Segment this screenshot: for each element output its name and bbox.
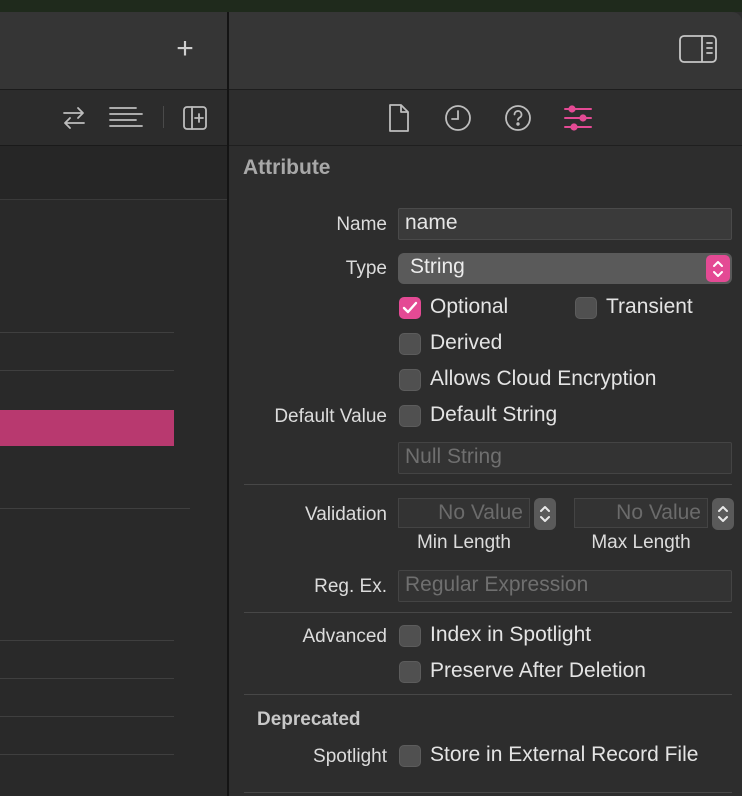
section-separator	[244, 792, 732, 793]
spotlight-label: Spotlight	[313, 746, 387, 767]
max-length-field[interactable]: No Value	[574, 498, 708, 528]
preserve-after-deletion-checkbox[interactable]	[399, 661, 421, 683]
derived-label: Derived	[430, 331, 503, 354]
external-record-checkbox[interactable]	[399, 745, 421, 767]
stepper-arrows-icon	[718, 506, 728, 522]
swap-arrows-icon[interactable]	[58, 100, 90, 136]
default-value-label: Default Value	[274, 406, 387, 427]
row-divider	[0, 678, 174, 679]
row-divider	[0, 640, 174, 641]
max-length-caption: Max Length	[591, 532, 691, 553]
add-button[interactable]: +	[170, 32, 200, 68]
help-icon[interactable]	[503, 103, 533, 138]
regex-field[interactable]: Regular Expression	[398, 570, 732, 602]
name-field[interactable]: name	[398, 208, 732, 240]
inspector-titlebar	[229, 12, 742, 90]
row-divider	[0, 716, 174, 717]
transient-label: Transient	[606, 295, 693, 318]
add-editor-icon[interactable]	[178, 100, 212, 136]
file-icon[interactable]	[386, 103, 412, 138]
optional-label: Optional	[430, 295, 509, 318]
derived-checkbox[interactable]	[399, 333, 421, 355]
type-label: Type	[345, 258, 387, 279]
chevron-updown-icon[interactable]	[706, 255, 730, 282]
clock-icon[interactable]	[443, 103, 473, 138]
type-popup[interactable]: String	[398, 253, 732, 284]
row-divider	[0, 508, 190, 509]
row-divider	[0, 754, 174, 755]
default-string-label: Default String	[430, 403, 558, 426]
stepper-arrows-icon	[540, 506, 550, 522]
selected-attribute-row[interactable]	[0, 410, 174, 446]
section-separator	[244, 694, 732, 695]
min-length-stepper[interactable]	[534, 498, 556, 530]
index-spotlight-label: Index in Spotlight	[430, 623, 592, 646]
name-label: Name	[336, 214, 387, 235]
preserve-after-deletion-label: Preserve After Deletion	[430, 659, 646, 682]
cloud-encryption-label: Allows Cloud Encryption	[430, 367, 657, 390]
default-string-checkbox[interactable]	[399, 405, 421, 427]
transient-checkbox[interactable]	[575, 297, 597, 319]
row-divider	[0, 332, 174, 333]
section-title-attribute: Attribute	[243, 156, 331, 179]
regex-label: Reg. Ex.	[314, 576, 387, 597]
cloud-encryption-checkbox[interactable]	[399, 369, 421, 391]
list-header	[0, 146, 228, 200]
checkmark-icon	[402, 301, 418, 314]
max-length-stepper[interactable]	[712, 498, 734, 530]
advanced-label: Advanced	[302, 626, 387, 647]
toolbar-separator	[163, 106, 164, 128]
validation-label: Validation	[304, 504, 387, 525]
desktop-strip	[0, 0, 742, 12]
min-length-field[interactable]: No Value	[398, 498, 530, 528]
index-spotlight-checkbox[interactable]	[399, 625, 421, 647]
min-length-caption: Min Length	[416, 532, 511, 553]
sidebar-toggle-icon[interactable]	[678, 34, 718, 71]
optional-checkbox[interactable]	[399, 297, 421, 319]
external-record-label: Store in External Record File	[430, 743, 699, 766]
deprecated-title: Deprecated	[257, 709, 361, 730]
section-separator	[244, 484, 732, 485]
null-string-field[interactable]: Null String	[398, 442, 732, 474]
sliders-icon[interactable]	[563, 103, 593, 138]
type-value: String	[410, 255, 465, 278]
row-divider	[0, 370, 174, 371]
section-separator	[244, 612, 732, 613]
inspector-tab-bar	[229, 90, 742, 146]
editor-style-icon[interactable]	[106, 100, 146, 136]
